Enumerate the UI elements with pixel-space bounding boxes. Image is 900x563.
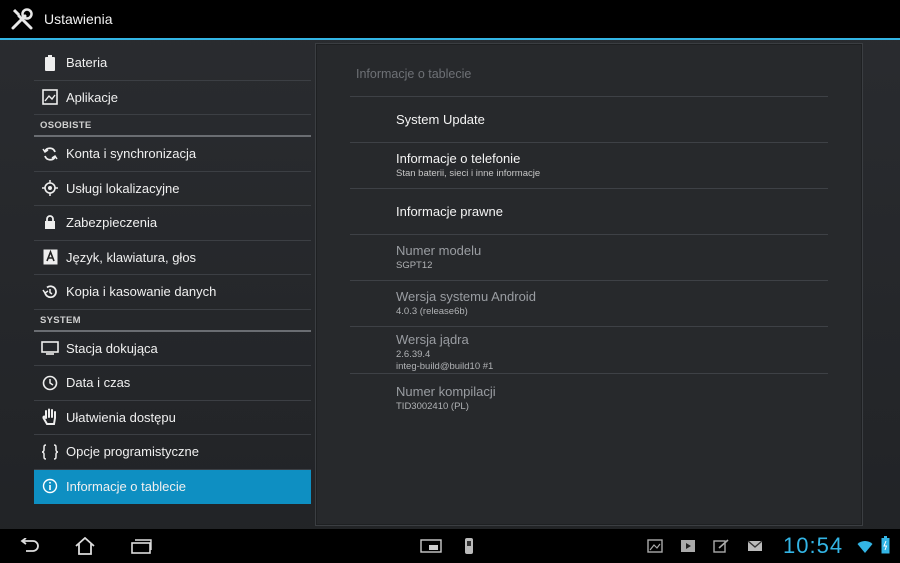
status-clock[interactable]: 10:54 — [783, 533, 843, 559]
sidebar-item-label: Konta i synchronizacja — [66, 146, 197, 162]
pref-summary: 4.0.3 (release6b) — [396, 306, 468, 317]
pref-model-number: Numer modelu SGPT12 — [350, 235, 828, 281]
sidebar-item-date-time[interactable]: Data i czas — [34, 366, 311, 401]
section-header-personal: OSOBISTE — [34, 115, 311, 137]
section-header-system: SYSTEM — [34, 310, 311, 332]
pref-summary: Stan baterii, sieci i inne informacje — [396, 168, 541, 179]
sidebar-item-label: Język, klawiatura, głos — [66, 249, 197, 265]
pref-summary: 2.6.39.4 — [396, 349, 431, 360]
sidebar-item-label: Usługi lokalizacyjne — [66, 180, 180, 196]
settings-categories-list: Bateria Aplikacje OSOBISTE Konta i synch… — [34, 46, 311, 506]
sidebar-item-label: Bateria — [66, 55, 108, 71]
sidebar-item-label: Ułatwienia dostępu — [66, 409, 176, 425]
usb-icon[interactable] — [456, 534, 482, 558]
sidebar-item-accessibility[interactable]: Ułatwienia dostępu — [34, 401, 311, 435]
pref-summary: TID3002410 (PL) — [396, 401, 469, 412]
detail-title: Informacje o tablecie — [356, 67, 472, 81]
sidebar-item-apps[interactable]: Aplikacje — [34, 81, 311, 115]
app-title: Ustawienia — [44, 11, 113, 27]
wifi-icon — [856, 538, 874, 556]
pref-title: Numer modelu — [396, 243, 482, 258]
apps-icon — [40, 87, 60, 107]
sidebar-item-label: Data i czas — [66, 375, 131, 391]
sidebar-item-accounts-sync[interactable]: Konta i synchronizacja — [34, 137, 311, 172]
pref-kernel-version: Wersja jądra 2.6.39.4 integ-build@build1… — [350, 327, 828, 374]
edit-notification-icon[interactable] — [712, 537, 730, 555]
pref-title: System Update — [396, 112, 485, 127]
sidebar-item-developer-options[interactable]: Opcje programistyczne — [34, 435, 311, 470]
home-icon[interactable] — [72, 534, 98, 558]
lock-icon — [40, 213, 60, 233]
backup-icon — [40, 282, 60, 302]
pref-title: Informacje prawne — [396, 204, 503, 219]
sidebar-item-battery[interactable]: Bateria — [34, 46, 311, 81]
hand-icon — [40, 407, 60, 427]
sidebar-item-about-tablet[interactable]: Informacje o tablecie — [34, 469, 311, 504]
sidebar-item-label: Stacja dokująca — [66, 340, 158, 356]
pref-phone-info[interactable]: Informacje o telefonie Stan baterii, sie… — [350, 143, 828, 189]
recents-icon[interactable] — [128, 534, 154, 558]
sync-icon — [40, 144, 60, 164]
action-bar: Ustawienia — [0, 0, 900, 40]
sidebar-item-security[interactable]: Zabezpieczenia — [34, 206, 311, 241]
sidebar-item-location[interactable]: Usługi lokalizacyjne — [34, 172, 311, 206]
sidebar-item-dock[interactable]: Stacja dokująca — [34, 332, 311, 366]
sidebar-item-label: Zabezpieczenia — [66, 215, 158, 231]
pref-legal-info[interactable]: Informacje prawne — [350, 189, 828, 235]
sidebar-item-language[interactable]: Język, klawiatura, głos — [34, 241, 311, 275]
system-bar: 10:54 — [0, 529, 900, 563]
sidebar-item-label: Informacje o tablecie — [66, 478, 186, 494]
pref-title: Numer kompilacji — [396, 384, 496, 399]
pref-android-version[interactable]: Wersja systemu Android 4.0.3 (release6b) — [350, 281, 828, 327]
pref-summary-line2: integ-build@build10 #1 — [396, 361, 494, 372]
battery-status-icon — [876, 536, 894, 554]
pref-title: Wersja systemu Android — [396, 289, 536, 304]
pref-title: Informacje o telefonie — [396, 151, 521, 166]
braces-icon — [40, 442, 60, 462]
sidebar-item-label: Opcje programistyczne — [66, 444, 199, 460]
location-icon — [40, 178, 60, 198]
pref-title: Wersja jądra — [396, 332, 469, 347]
back-icon[interactable] — [16, 534, 42, 558]
video-notification-icon[interactable] — [679, 537, 697, 555]
battery-icon — [40, 53, 60, 73]
clock-icon — [40, 373, 60, 393]
language-icon — [40, 247, 60, 267]
gmail-notification-icon[interactable] — [746, 537, 764, 555]
gallery-notification-icon[interactable] — [646, 537, 664, 555]
pref-build-number[interactable]: Numer kompilacji TID3002410 (PL) — [350, 374, 828, 420]
dock-icon — [40, 338, 60, 358]
tools-icon[interactable] — [0, 0, 44, 39]
sidebar-item-label: Aplikacje — [66, 89, 119, 105]
pref-summary: SGPT12 — [396, 260, 433, 271]
screen-compat-icon[interactable] — [418, 534, 444, 558]
sidebar-item-backup-reset[interactable]: Kopia i kasowanie danych — [34, 275, 311, 310]
pref-system-update[interactable]: System Update — [350, 97, 828, 143]
info-icon — [40, 476, 60, 496]
sidebar-item-label: Kopia i kasowanie danych — [66, 284, 217, 300]
settings-screen: Ustawienia Bateria Aplikacje OSOBISTE Ko… — [0, 0, 900, 563]
detail-pane: Informacje o tablecie System Update Info… — [315, 43, 863, 526]
